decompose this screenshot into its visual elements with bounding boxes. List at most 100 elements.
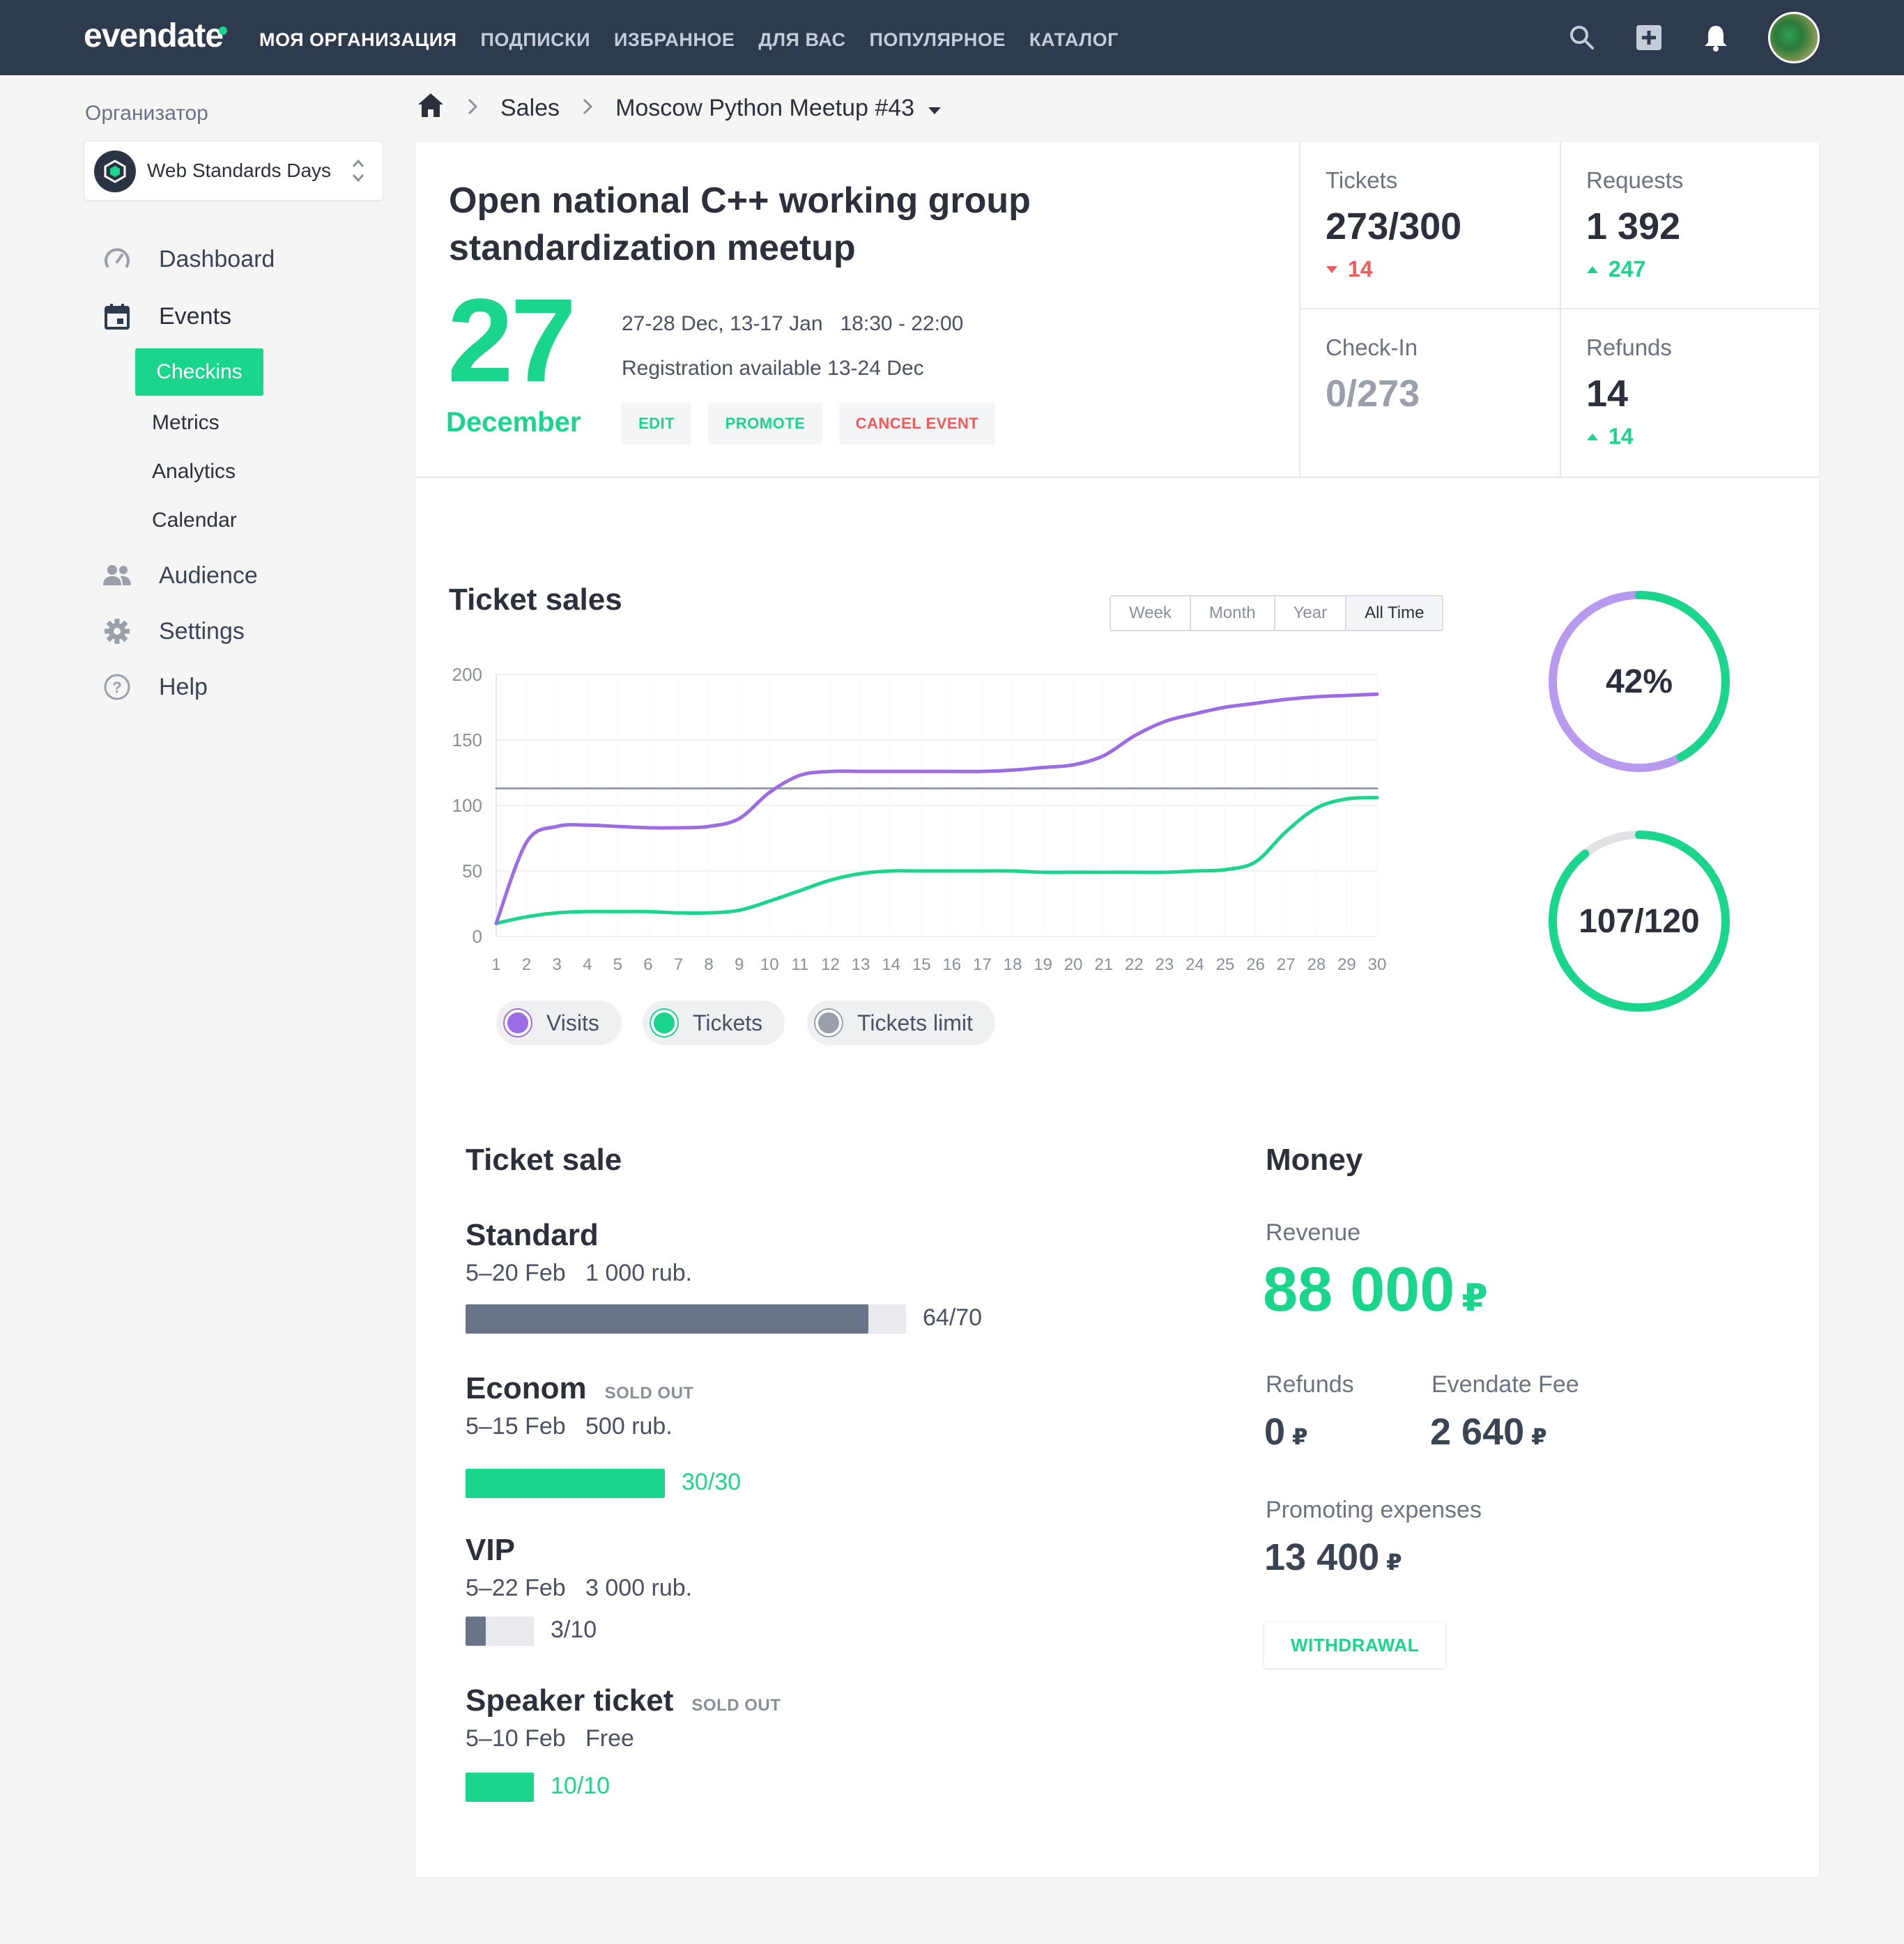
x-tick-label: 22 bbox=[1125, 955, 1144, 974]
withdrawal-button[interactable]: WITHDRAWAL bbox=[1264, 1622, 1445, 1668]
legend-tickets-limit[interactable]: Tickets limit bbox=[807, 1001, 995, 1045]
promote-button[interactable]: PROMOTE bbox=[708, 403, 822, 445]
sidebar-subitem-analytics[interactable]: Analytics bbox=[152, 460, 236, 484]
revenue-amount: 88 000 bbox=[1263, 1255, 1455, 1325]
y-tick-label: 50 bbox=[462, 861, 482, 881]
evendate-logo[interactable]: evendate bbox=[84, 17, 228, 55]
sidebar-item-label: Audience bbox=[159, 562, 258, 589]
ticket-dates: 5–22 Feb bbox=[466, 1575, 566, 1601]
event-dashboard-card: Open national C++ working group standard… bbox=[415, 142, 1819, 1877]
nav-popular[interactable]: ПОПУЛЯРНОЕ bbox=[869, 29, 1005, 51]
breadcrumb-sales[interactable]: Sales bbox=[500, 95, 560, 122]
series-line-tickets bbox=[494, 796, 1379, 925]
sidebar-item-settings[interactable]: Settings bbox=[102, 616, 245, 647]
sidebar-item-dashboard[interactable]: Dashboard bbox=[102, 244, 275, 275]
nav-subscriptions[interactable]: ПОДПИСКИ bbox=[481, 29, 590, 51]
event-title: Open national C++ working group standard… bbox=[449, 180, 1031, 268]
x-tick-label: 8 bbox=[704, 955, 713, 974]
ticket-sales-title: Ticket sales bbox=[449, 583, 622, 617]
search-icon[interactable] bbox=[1565, 21, 1599, 54]
gear-icon bbox=[102, 616, 132, 647]
legend-label: Tickets bbox=[693, 1010, 763, 1035]
people-icon bbox=[102, 560, 132, 591]
x-tick-label: 2 bbox=[522, 955, 531, 974]
bell-icon[interactable] bbox=[1699, 21, 1733, 54]
breadcrumb: Sales Moscow Python Meetup #43 bbox=[417, 92, 942, 125]
main-nav: МОЯ ОРГАНИЗАЦИЯ ПОДПИСКИ ИЗБРАННОЕ ДЛЯ В… bbox=[259, 29, 1119, 51]
triangle-up-icon bbox=[1587, 433, 1598, 440]
ticket-count: 64/70 bbox=[923, 1304, 983, 1331]
promo-amount: 13 400 bbox=[1264, 1536, 1380, 1578]
nav-my-organization[interactable]: МОЯ ОРГАНИЗАЦИЯ bbox=[259, 29, 457, 51]
legend-visits[interactable]: Visits bbox=[496, 1001, 622, 1045]
promo-expenses-label: Promoting expenses bbox=[1266, 1497, 1482, 1523]
chevron-up-down-icon bbox=[351, 155, 366, 190]
range-year[interactable]: Year bbox=[1275, 596, 1347, 630]
ticket-price: 3 000 rub. bbox=[585, 1575, 693, 1601]
stat-delta: 14 bbox=[1326, 256, 1461, 282]
x-tick-label: 13 bbox=[852, 955, 870, 974]
sold-out-badge: SOLD OUT bbox=[604, 1384, 694, 1403]
divider bbox=[1299, 308, 1819, 309]
sidebar-item-label: Settings bbox=[159, 617, 245, 645]
range-month[interactable]: Month bbox=[1191, 596, 1275, 630]
divider bbox=[1299, 142, 1300, 477]
sidebar-subitem-metrics[interactable]: Metrics bbox=[152, 411, 220, 435]
cancel-event-button[interactable]: CANCEL EVENT bbox=[839, 403, 995, 445]
x-tick-label: 1 bbox=[491, 955, 500, 974]
sidebar-item-label: Events bbox=[159, 302, 231, 330]
x-tick-label: 9 bbox=[735, 955, 744, 974]
x-tick-label: 10 bbox=[760, 955, 779, 974]
stat-value: 273/300 bbox=[1326, 206, 1462, 247]
refunds-value: 0 ₽ bbox=[1264, 1410, 1308, 1453]
sidebar-item-events[interactable]: Events bbox=[102, 301, 231, 332]
ticket-type-meta: 5–22 Feb 3 000 rub. bbox=[466, 1575, 692, 1602]
sidebar-subitem-checkins[interactable]: Checkins bbox=[135, 348, 263, 396]
ticket-sales-chart: 0501001502001 2 3 4 5 6 7 8 9 10 11 12 13 14 15 16 17 18 1… bbox=[452, 664, 1387, 974]
stat-refunds: Refunds 14 14 bbox=[1586, 334, 1672, 449]
ticket-type-name: Standard bbox=[466, 1218, 599, 1252]
legend-tickets[interactable]: Tickets bbox=[643, 1001, 785, 1045]
calendar-icon bbox=[102, 301, 132, 332]
edit-button[interactable]: EDIT bbox=[622, 403, 691, 445]
nav-catalog[interactable]: КАТАЛОГ bbox=[1029, 29, 1119, 51]
stat-tickets: Tickets 273/300 14 bbox=[1326, 167, 1461, 282]
refunds-amount: 0 bbox=[1264, 1411, 1286, 1453]
x-tick-label: 11 bbox=[791, 955, 808, 974]
add-icon[interactable] bbox=[1632, 21, 1666, 54]
nav-favorites[interactable]: ИЗБРАННОЕ bbox=[614, 29, 735, 51]
x-tick-label: 3 bbox=[552, 955, 561, 974]
ticket-type-name: Econom bbox=[466, 1371, 587, 1405]
refunds-label: Refunds bbox=[1266, 1371, 1354, 1398]
x-tick-label: 4 bbox=[583, 955, 592, 974]
logo-text: evendate bbox=[84, 17, 224, 54]
y-tick-label: 200 bbox=[452, 664, 482, 685]
x-tick-label: 18 bbox=[1004, 955, 1022, 974]
x-tick-label: 16 bbox=[942, 955, 961, 974]
nav-for-you[interactable]: ДЛЯ ВАС bbox=[758, 29, 845, 51]
y-tick-label: 100 bbox=[452, 795, 482, 816]
sidebar-subitem-calendar[interactable]: Calendar bbox=[152, 509, 237, 532]
triangle-up-icon bbox=[1587, 265, 1598, 273]
dashboard-icon bbox=[102, 244, 132, 275]
range-all-time[interactable]: All Time bbox=[1346, 596, 1443, 630]
home-icon[interactable] bbox=[417, 92, 445, 125]
org-logo-icon bbox=[94, 151, 136, 192]
ticket-progress-bar bbox=[466, 1617, 534, 1646]
x-tick-label: 24 bbox=[1185, 955, 1204, 974]
ticket-price: Free bbox=[585, 1725, 634, 1752]
event-dates: 27-28 Dec, 13-17 Jan 18:30 - 22:00 bbox=[622, 312, 963, 336]
sidebar-item-audience[interactable]: Audience bbox=[102, 560, 258, 591]
event-registration: Registration available 13-24 Dec bbox=[622, 357, 924, 380]
fee-value: 2 640 ₽ bbox=[1430, 1410, 1547, 1453]
stat-label: Check-In bbox=[1326, 334, 1418, 360]
user-avatar[interactable] bbox=[1768, 12, 1820, 63]
caret-down-icon[interactable] bbox=[927, 95, 942, 122]
breadcrumb-event[interactable]: Moscow Python Meetup #43 bbox=[615, 95, 914, 122]
sold-out-badge: SOLD OUT bbox=[691, 1696, 781, 1715]
series-line-visits bbox=[494, 692, 1379, 925]
legend-dot-tickets bbox=[651, 1010, 677, 1036]
sidebar-item-help[interactable]: ? Help bbox=[102, 672, 208, 702]
organization-selector[interactable]: Web Standards Days bbox=[84, 141, 383, 201]
range-week[interactable]: Week bbox=[1111, 596, 1191, 630]
